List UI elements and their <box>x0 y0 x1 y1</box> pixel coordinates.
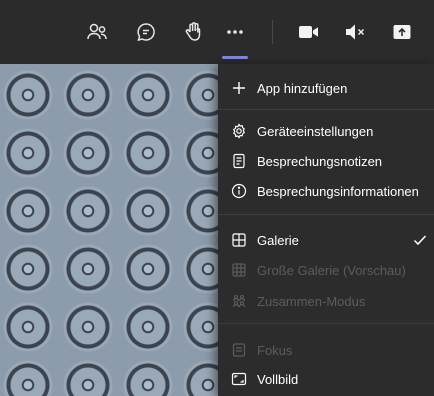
menu-item-large-gallery[interactable]: Große Galerie (Vorschau) <box>218 255 434 285</box>
menu-item-gallery[interactable]: Galerie <box>218 225 434 255</box>
share-icon[interactable] <box>388 18 416 46</box>
menu-item-label: Besprechungsnotizen <box>257 154 383 169</box>
video-feed <box>0 64 218 396</box>
raise-hand-icon[interactable] <box>180 18 208 46</box>
gallery-icon <box>231 232 247 248</box>
together-mode-icon <box>231 293 247 309</box>
camera-icon[interactable] <box>295 18 323 46</box>
menu-divider <box>218 323 434 324</box>
menu-item-label: Geräteeinstellungen <box>257 124 374 139</box>
menu-item-label: Vollbild <box>257 372 299 387</box>
chat-icon[interactable] <box>132 18 160 46</box>
participants-icon[interactable] <box>83 18 111 46</box>
more-active-indicator <box>222 56 248 59</box>
checkmark-icon <box>412 232 428 248</box>
menu-item-meeting-info[interactable]: Besprechungsinformationen <box>218 176 434 206</box>
info-icon <box>231 183 247 199</box>
menu-item-fullscreen[interactable]: Vollbild <box>218 364 434 394</box>
menu-item-meeting-notes[interactable]: Besprechungsnotizen <box>218 146 434 176</box>
menu-item-label: Fokus <box>257 343 293 358</box>
toolbar-divider <box>272 20 273 44</box>
menu-item-label: Galerie <box>257 233 299 248</box>
focus-icon <box>231 342 247 358</box>
more-icon[interactable] <box>221 18 249 46</box>
menu-item-label: Große Galerie (Vorschau) <box>257 263 406 278</box>
mute-icon[interactable] <box>341 18 369 46</box>
menu-divider <box>218 214 434 215</box>
notes-icon <box>231 153 247 169</box>
menu-divider <box>218 109 434 110</box>
meeting-toolbar <box>0 0 434 64</box>
menu-item-label: Besprechungsinformationen <box>257 184 419 199</box>
plus-icon <box>231 80 247 96</box>
large-gallery-icon <box>231 262 247 278</box>
gear-icon <box>231 123 247 139</box>
menu-item-add-app[interactable]: App hinzufügen <box>218 73 434 103</box>
menu-item-focus[interactable]: Fokus <box>218 335 434 365</box>
more-actions-menu: App hinzufügen Geräteeinstellungen Bespr… <box>218 64 434 396</box>
fullscreen-icon <box>231 371 247 387</box>
menu-item-device-settings[interactable]: Geräteeinstellungen <box>218 116 434 146</box>
menu-item-label: Zusammen-Modus <box>257 294 366 309</box>
menu-item-label: App hinzufügen <box>257 81 348 96</box>
menu-item-together-mode[interactable]: Zusammen-Modus <box>218 286 434 316</box>
